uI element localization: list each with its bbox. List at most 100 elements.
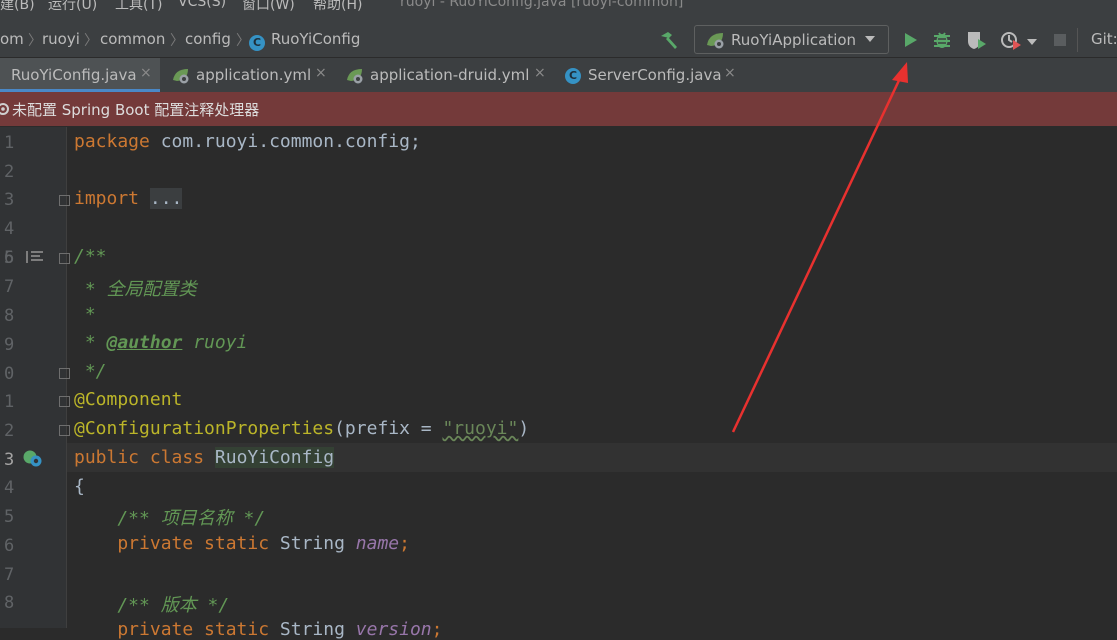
line-number: 7 bbox=[4, 277, 15, 297]
code-line: @Component bbox=[74, 389, 183, 410]
breadcrumb-current-label: RuoYiConfig bbox=[271, 30, 361, 48]
run-config-label: RuoYiApplication bbox=[731, 31, 857, 49]
coverage-icon[interactable] bbox=[966, 30, 988, 50]
tab-application-yml[interactable]: application.yml × bbox=[162, 58, 334, 92]
keyword: import bbox=[74, 188, 140, 209]
chevron-down-icon bbox=[865, 36, 875, 42]
line-number: 4 bbox=[4, 219, 15, 239]
type-name: String bbox=[279, 533, 356, 554]
class-icon: C bbox=[249, 35, 265, 51]
window-title: ruoyi - RuoYiConfig.java [ruoyi-common] bbox=[400, 0, 684, 10]
class-icon: C bbox=[565, 68, 581, 84]
stop-icon[interactable] bbox=[1054, 34, 1066, 46]
close-icon[interactable]: × bbox=[724, 65, 736, 81]
fold-collapse-icon[interactable] bbox=[59, 253, 70, 264]
line-number: 2 bbox=[4, 421, 15, 441]
annotation: @ConfigurationProperties bbox=[74, 418, 335, 439]
navigation-bar: om 〉 ruoyi 〉 common 〉 config 〉 C RuoYiCon… bbox=[0, 22, 1117, 58]
line-number: 1 bbox=[4, 133, 15, 153]
menu-bar: 建(B) 运行(U) 工具(T) VCS(S) 窗口(W) 帮助(H) ruoy… bbox=[0, 0, 1117, 22]
gear-icon bbox=[0, 103, 9, 115]
tab-serverconfig[interactable]: C ServerConfig.java × bbox=[556, 58, 746, 92]
breadcrumb-separator-icon: 〉 bbox=[28, 33, 42, 49]
javadoc-tag: @author bbox=[106, 332, 183, 353]
line-number: 6 bbox=[4, 248, 15, 268]
run-icon[interactable] bbox=[903, 32, 919, 48]
breadcrumb-separator-icon: 〉 bbox=[84, 33, 98, 49]
code-line: private static String name; bbox=[74, 533, 410, 554]
code-text: * bbox=[74, 332, 107, 353]
code-line: import ... bbox=[74, 188, 183, 209]
code-line: { bbox=[74, 476, 85, 497]
code-line: * @author ruoyi bbox=[74, 332, 248, 353]
menu-build[interactable]: 建(B) bbox=[0, 0, 35, 14]
run-config-selector[interactable]: RuoYiApplication bbox=[694, 25, 889, 54]
string-literal: "ruoyi" bbox=[442, 418, 519, 439]
line-number: 5 bbox=[4, 507, 15, 527]
tab-ruoyiconfig[interactable]: RuoYiConfig.java × bbox=[0, 58, 160, 92]
line-number: 8 bbox=[4, 593, 15, 613]
line-number: 7 bbox=[4, 565, 15, 585]
line-number: 4 bbox=[4, 478, 15, 498]
vcs-label[interactable]: Git: bbox=[1091, 30, 1117, 48]
menu-vcs[interactable]: VCS(S) bbox=[178, 0, 226, 10]
line-number: 0 bbox=[4, 364, 15, 384]
keyword: private static bbox=[74, 533, 280, 554]
menu-run[interactable]: 运行(U) bbox=[48, 0, 97, 14]
notification-text: 未配置 Spring Boot 配置注释处理器 bbox=[12, 101, 260, 119]
fold-collapse-icon[interactable] bbox=[59, 396, 70, 407]
folded-imports[interactable]: ... bbox=[149, 188, 183, 209]
breadcrumb-item[interactable]: om bbox=[0, 30, 24, 48]
reader-mode-icon[interactable] bbox=[26, 250, 44, 264]
profile-icon[interactable] bbox=[1000, 30, 1022, 50]
code-line: * bbox=[74, 304, 96, 325]
code-text: ; bbox=[399, 533, 410, 554]
breadcrumb-separator-icon: 〉 bbox=[236, 33, 250, 49]
code-line: /** 版本 */ bbox=[74, 595, 230, 616]
close-icon[interactable]: × bbox=[534, 65, 546, 81]
code-line: /** 项目名称 */ bbox=[74, 508, 266, 529]
line-number: 3 bbox=[4, 450, 15, 470]
chevron-down-icon[interactable] bbox=[1027, 39, 1037, 45]
code-text: (prefix = bbox=[334, 418, 443, 439]
code-text: ) bbox=[518, 418, 530, 439]
menu-help[interactable]: 帮助(H) bbox=[313, 0, 362, 14]
code-text: com.ruoyi.common.config; bbox=[149, 131, 421, 152]
debug-icon[interactable] bbox=[932, 30, 952, 50]
line-number: 6 bbox=[4, 536, 15, 556]
code-text: ruoyi bbox=[182, 332, 248, 353]
line-number: 2 bbox=[4, 162, 15, 182]
fold-collapse-icon[interactable] bbox=[59, 368, 70, 379]
spring-yml-icon bbox=[347, 69, 363, 84]
spring-bean-icon[interactable] bbox=[22, 448, 44, 468]
close-icon[interactable]: × bbox=[315, 65, 327, 81]
breadcrumb-item[interactable]: config bbox=[185, 30, 231, 48]
code-line: private static String version; bbox=[74, 619, 442, 640]
line-number: 1 bbox=[4, 392, 15, 412]
tab-label: ServerConfig.java bbox=[588, 66, 722, 84]
close-icon[interactable]: × bbox=[140, 65, 152, 81]
tab-label: application.yml bbox=[196, 66, 312, 84]
code-text: ; bbox=[431, 619, 443, 640]
breadcrumb-item[interactable]: common bbox=[100, 30, 165, 48]
code-line: package com.ruoyi.common.config; bbox=[74, 131, 421, 152]
keyword: private static bbox=[74, 619, 280, 640]
menu-window[interactable]: 窗口(W) bbox=[242, 0, 295, 14]
code-line: /** bbox=[74, 246, 107, 267]
line-number: 3 bbox=[4, 190, 15, 210]
fold-expand-icon[interactable] bbox=[59, 195, 70, 206]
toolbar-divider bbox=[1077, 28, 1078, 52]
code-line: @ConfigurationProperties(prefix = "ruoyi… bbox=[74, 418, 529, 439]
spring-yml-icon bbox=[173, 69, 189, 84]
code-line: */ bbox=[74, 361, 107, 382]
line-number: 8 bbox=[4, 306, 15, 326]
tab-application-druid-yml[interactable]: application-druid.yml × bbox=[336, 58, 554, 92]
tab-label: RuoYiConfig.java bbox=[11, 66, 137, 84]
keyword: package bbox=[74, 131, 150, 152]
hammer-icon[interactable] bbox=[658, 30, 680, 50]
menu-tools[interactable]: 工具(T) bbox=[115, 0, 162, 14]
fold-collapse-icon[interactable] bbox=[59, 425, 70, 436]
breadcrumb-item[interactable]: ruoyi bbox=[42, 30, 80, 48]
keyword: public class bbox=[74, 447, 215, 468]
breadcrumb-current[interactable]: C RuoYiConfig bbox=[249, 30, 360, 51]
